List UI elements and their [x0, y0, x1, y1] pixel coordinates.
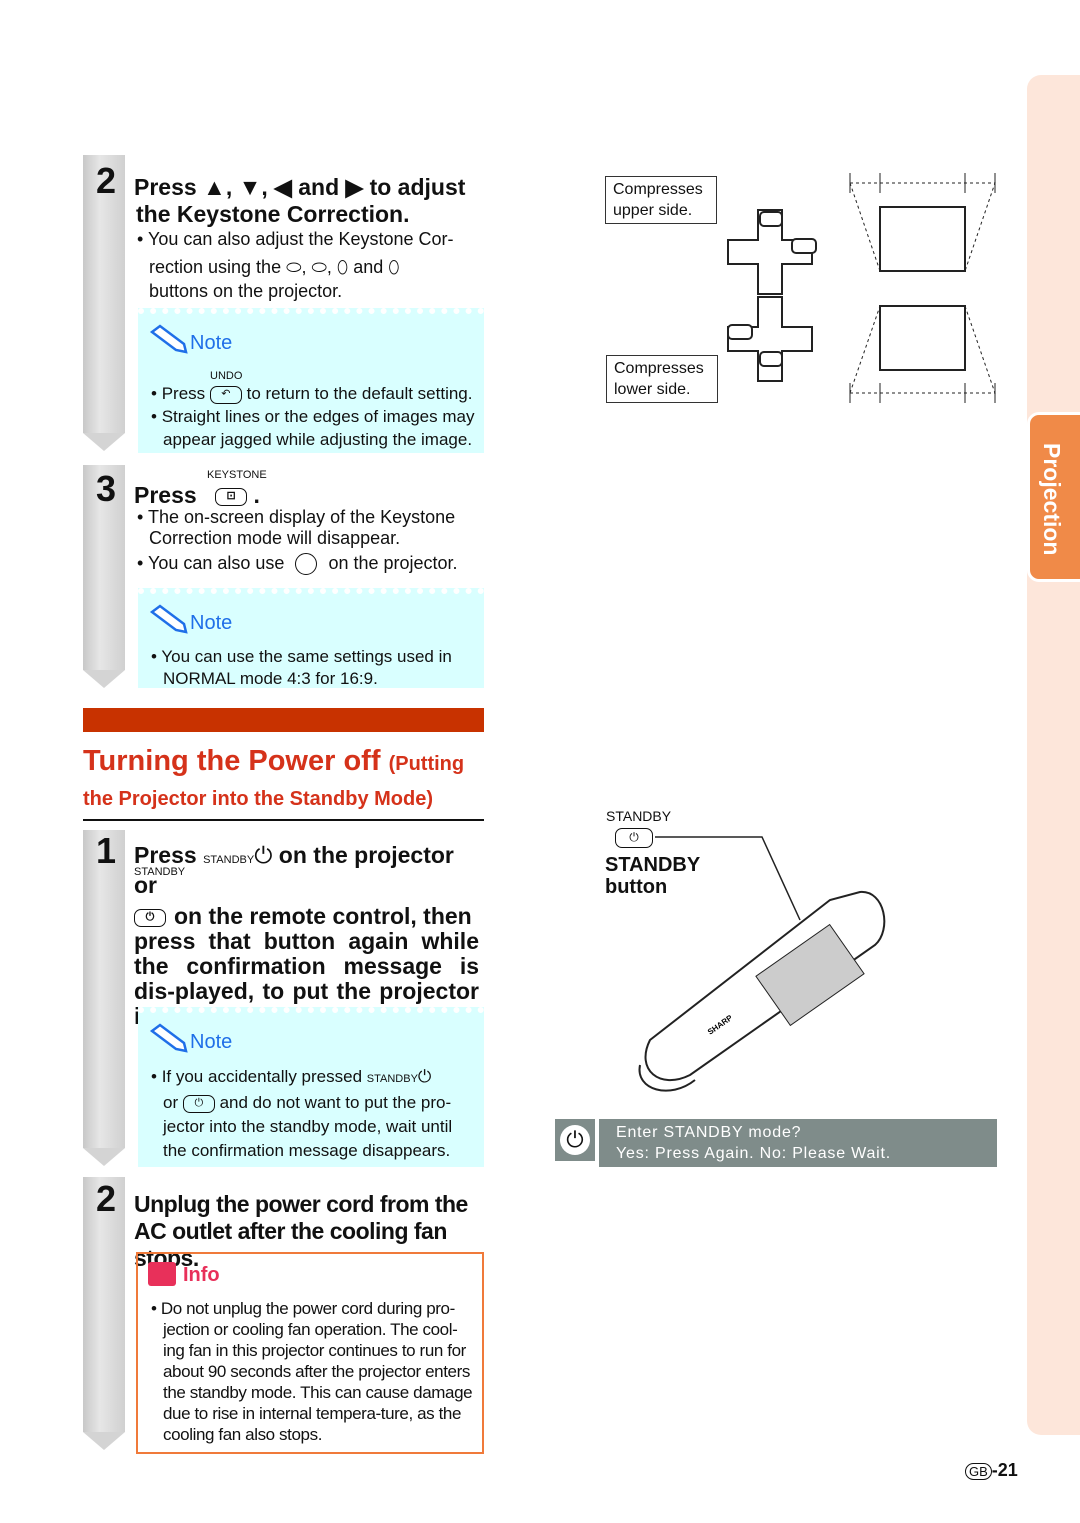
- note-box: Note • If you accidentally pressed STAND…: [138, 1007, 484, 1167]
- standby-label: STANDBY: [606, 808, 672, 824]
- standby-button-icon: ⏻: [182, 1094, 215, 1113]
- note-text: • If you accidentally pressed STANDBY⏻ o…: [151, 1067, 453, 1160]
- section-bar: [83, 708, 484, 732]
- step-number: 3: [96, 468, 117, 509]
- keystone-diagram: [727, 173, 996, 403]
- side-tab-projection[interactable]: Projection: [1027, 412, 1080, 582]
- divider: [83, 819, 484, 821]
- undo-label: UNDO: [210, 370, 243, 382]
- note-box: Note UNDO • Press ↶ to return to the def…: [138, 308, 484, 453]
- right-button-icon: ⬯: [388, 257, 400, 277]
- osd-power-icon: ⏻: [555, 1119, 595, 1161]
- step-bullet: • You can also adjust the Keystone Cor- …: [137, 229, 454, 301]
- pencil-icon: [149, 324, 188, 354]
- book-icon: [148, 1262, 176, 1286]
- step-number: 2: [96, 160, 117, 201]
- left-button-icon: ⬯: [336, 257, 349, 277]
- keystone-button-icon: ⊡: [215, 487, 248, 506]
- section-subtitle: the Projector into the Standby Mode): [83, 788, 434, 810]
- info-box: Info • Do not unplug the power cord duri…: [136, 1252, 484, 1454]
- note-title: Note: [190, 612, 233, 634]
- page-number: GB -21: [965, 1460, 1018, 1481]
- pencil-icon: [149, 604, 188, 634]
- note-title: Note: [190, 332, 233, 354]
- pencil-icon: [149, 1023, 188, 1053]
- step-heading: Press STANDBY⏻ on the projector or ⏻ on t…: [134, 842, 479, 1029]
- side-strip: [1027, 75, 1080, 1435]
- keystone-button-icon: [295, 553, 318, 576]
- note-box: Note • You can use the same settings use…: [138, 588, 484, 688]
- osd-message: Enter STANDBY mode? Yes: Press Again. No:…: [599, 1119, 997, 1167]
- step-bar: [83, 830, 125, 1166]
- standby-label: STANDBY: [134, 866, 186, 878]
- remote-control-image: SHARP: [638, 836, 886, 1092]
- section-title: Turning the Power off (Putting: [83, 745, 465, 777]
- standby-button-icon: ⏻: [134, 908, 166, 927]
- down-button-icon: ⬭: [311, 257, 327, 277]
- label-lower: Compresses lower side.: [606, 355, 718, 403]
- step-number: 2: [96, 1178, 117, 1219]
- info-text: • Do not unplug the power cord during pr…: [151, 1299, 473, 1444]
- undo-button-icon: ↶: [209, 385, 242, 404]
- step-number: 1: [96, 830, 117, 871]
- side-tab-label: Projection: [1039, 443, 1065, 556]
- step-heading: Press ⊡ .: [134, 482, 260, 508]
- note-text: • Press ↶ to return to the default setti…: [151, 384, 475, 449]
- up-button-icon: ⬭: [286, 257, 302, 277]
- note-title: Note: [190, 1031, 233, 1053]
- step-heading: Press ▲, ▼, ◀ and ▶ to adjust the Keyston…: [134, 174, 466, 227]
- label-upper: Compresses upper side.: [605, 176, 717, 224]
- note-text: • You can use the same settings used in …: [151, 647, 452, 688]
- keystone-label: KEYSTONE: [207, 469, 267, 481]
- info-title: Info: [183, 1264, 220, 1286]
- power-icon: ⏻: [254, 842, 273, 868]
- step-bullets: • The on-screen display of the Keystone …: [137, 507, 482, 576]
